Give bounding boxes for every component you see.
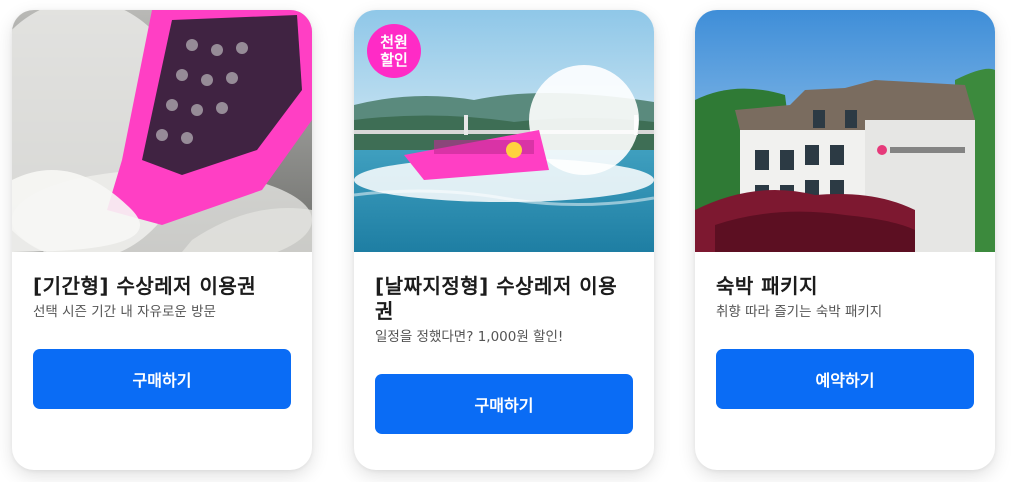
product-card-period-pass[interactable]: [기간형] 수상레저 이용권 선택 시즌 기간 내 자유로운 방문 구매하기 bbox=[12, 10, 312, 470]
product-card-date-pass[interactable]: 천원 할인 [날짜지정형] 수상레저 이용권 일정을 정했다면? 1,000원 … bbox=[354, 10, 654, 470]
speedboat-splash-photo bbox=[12, 10, 312, 252]
lodge-building-photo bbox=[695, 10, 995, 252]
product-card-list: [기간형] 수상레저 이용권 선택 시즌 기간 내 자유로운 방문 구매하기 천… bbox=[0, 0, 1013, 482]
card-body: 숙박 패키지 취향 따라 즐기는 숙박 패키지 예약하기 bbox=[695, 252, 995, 409]
reserve-button[interactable]: 예약하기 bbox=[716, 349, 974, 409]
card-body: [날짜지정형] 수상레저 이용권 일정을 정했다면? 1,000원 할인! 구매… bbox=[354, 252, 654, 434]
card-subtitle: 일정을 정했다면? 1,000원 할인! bbox=[375, 329, 564, 345]
card-title: [날짜지정형] 수상레저 이용권 bbox=[375, 274, 618, 323]
card-title: [기간형] 수상레저 이용권 bbox=[33, 274, 257, 298]
card-body: [기간형] 수상레저 이용권 선택 시즌 기간 내 자유로운 방문 구매하기 bbox=[12, 252, 312, 409]
card-subtitle: 선택 시즌 기간 내 자유로운 방문 bbox=[33, 304, 216, 320]
speedboat-lake-photo: 천원 할인 bbox=[354, 10, 654, 252]
buy-button[interactable]: 구매하기 bbox=[33, 349, 291, 409]
badge-line-1: 천원 bbox=[380, 33, 408, 51]
card-subtitle: 취향 따라 즐기는 숙박 패키지 bbox=[716, 304, 883, 320]
buy-button[interactable]: 구매하기 bbox=[375, 374, 633, 434]
discount-badge: 천원 할인 bbox=[367, 24, 421, 78]
product-card-stay-package[interactable]: 숙박 패키지 취향 따라 즐기는 숙박 패키지 예약하기 bbox=[695, 10, 995, 470]
card-title: 숙박 패키지 bbox=[716, 274, 818, 298]
badge-line-2: 할인 bbox=[380, 51, 408, 69]
